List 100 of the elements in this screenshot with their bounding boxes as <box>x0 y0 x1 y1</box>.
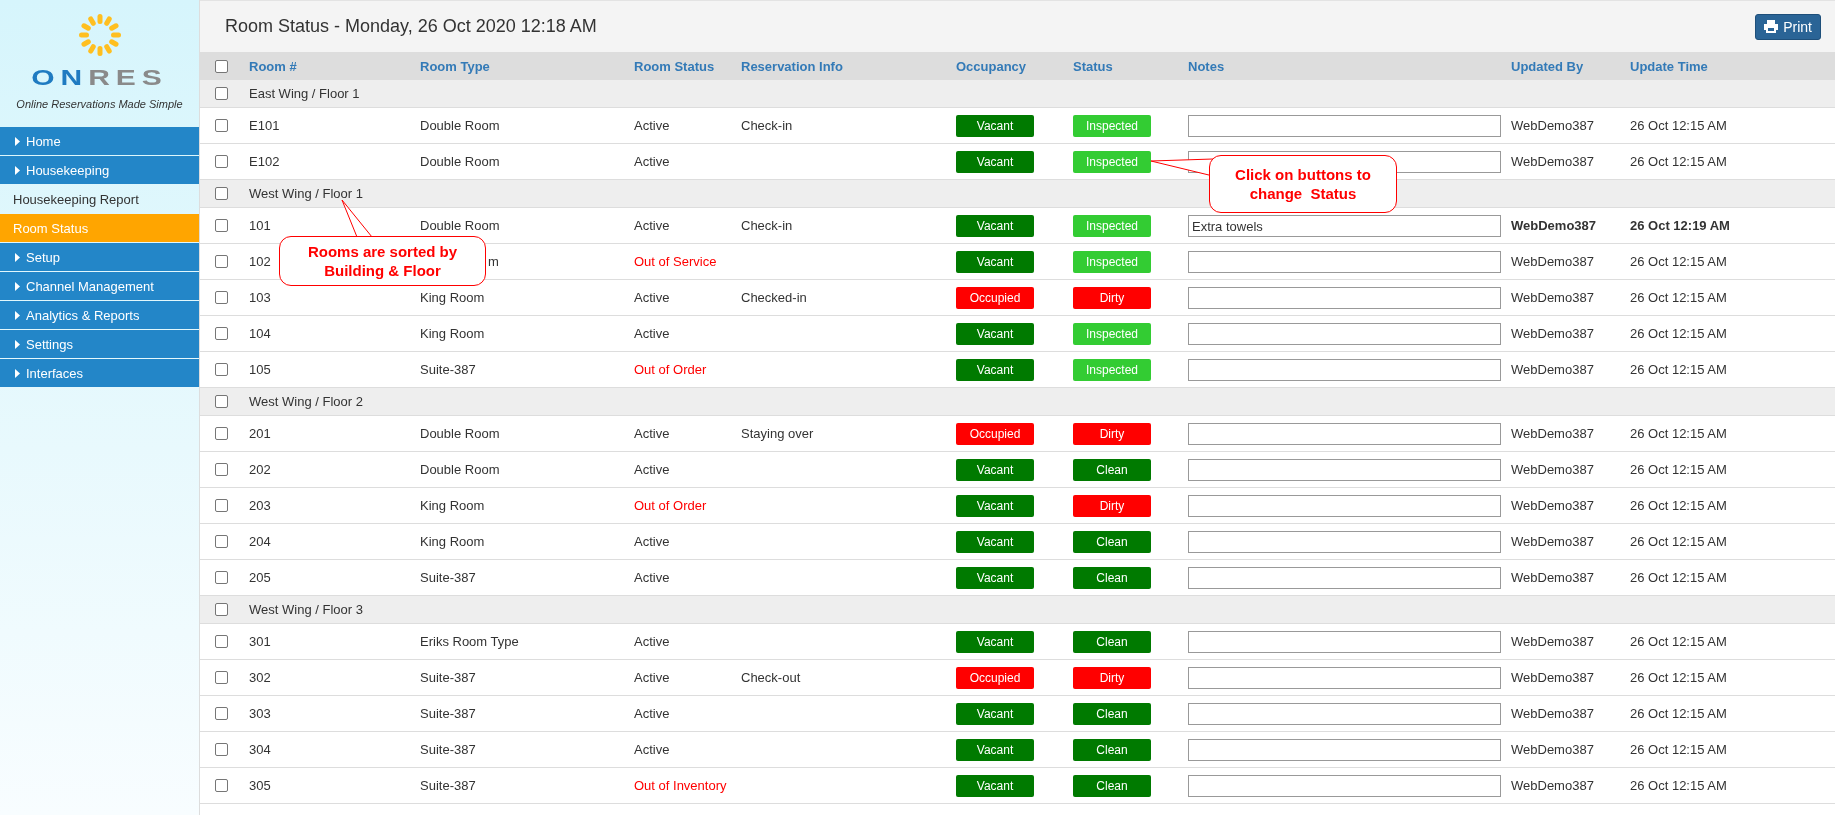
notes-field[interactable] <box>1188 703 1501 725</box>
room-type: King Room <box>420 290 485 305</box>
room-status: Active <box>634 670 670 685</box>
row-checkbox[interactable] <box>215 327 228 340</box>
column-header[interactable]: Room Status <box>634 58 715 74</box>
column-header[interactable]: Room Type <box>420 58 490 74</box>
column-header[interactable]: Occupancy <box>956 58 1027 74</box>
group-checkbox[interactable] <box>215 187 228 200</box>
notes-field[interactable] <box>1188 531 1501 553</box>
notes-field[interactable] <box>1188 775 1501 797</box>
sidebar-item[interactable]: Housekeeping Report <box>0 185 199 213</box>
row-checkbox[interactable] <box>215 707 228 720</box>
row-checkbox[interactable] <box>215 671 228 684</box>
row-checkbox[interactable] <box>215 119 228 132</box>
row-checkbox[interactable] <box>215 463 228 476</box>
sidebar-item[interactable]: Setup <box>0 243 199 271</box>
occupancy-button[interactable]: Occupied <box>956 422 1034 445</box>
occupancy-button[interactable]: Vacant <box>956 566 1034 589</box>
row-checkbox[interactable] <box>215 291 228 304</box>
status-button[interactable]: Inspected <box>1073 250 1151 273</box>
occupancy-button[interactable]: Vacant <box>956 214 1034 237</box>
status-button[interactable]: Clean <box>1073 774 1151 797</box>
sidebar-item[interactable]: Housekeeping <box>0 156 199 184</box>
occupancy-button[interactable]: Vacant <box>956 458 1034 481</box>
column-header[interactable]: Room # <box>249 58 297 74</box>
row-checkbox[interactable] <box>215 779 228 792</box>
row-checkbox[interactable] <box>215 499 228 512</box>
row-checkbox[interactable] <box>215 571 228 584</box>
row-checkbox[interactable] <box>215 219 228 232</box>
notes-field[interactable]: Extra towels <box>1188 215 1501 237</box>
row-checkbox[interactable] <box>215 427 228 440</box>
group-checkbox[interactable] <box>215 603 228 616</box>
notes-field[interactable] <box>1188 631 1501 653</box>
status-button[interactable]: Inspected <box>1073 358 1151 381</box>
notes-field[interactable] <box>1188 323 1501 345</box>
status-button[interactable]: Inspected <box>1073 322 1151 345</box>
row-checkbox[interactable] <box>215 255 228 268</box>
status-button[interactable]: Clean <box>1073 566 1151 589</box>
update-time: 26 Oct 12:15 AM <box>1630 462 1727 477</box>
room-status: Out of Inventory <box>634 778 727 793</box>
updated-by: WebDemo387 <box>1511 742 1594 757</box>
row-checkbox[interactable] <box>215 363 228 376</box>
notes-field[interactable] <box>1188 287 1501 309</box>
occupancy-button[interactable]: Vacant <box>956 114 1034 137</box>
sidebar-item[interactable]: Analytics & Reports <box>0 301 199 329</box>
notes-field[interactable] <box>1188 251 1501 273</box>
sidebar-item[interactable]: Settings <box>0 330 199 358</box>
status-button[interactable]: Dirty <box>1073 494 1151 517</box>
status-button[interactable]: Dirty <box>1073 422 1151 445</box>
status-button[interactable]: Clean <box>1073 630 1151 653</box>
row-checkbox[interactable] <box>215 635 228 648</box>
notes-field[interactable] <box>1188 423 1501 445</box>
status-button[interactable]: Inspected <box>1073 150 1151 173</box>
print-button[interactable]: Print <box>1755 13 1821 40</box>
updated-by: WebDemo387 <box>1511 670 1594 685</box>
group-checkbox[interactable] <box>215 87 228 100</box>
group-checkbox[interactable] <box>215 395 228 408</box>
occupancy-button[interactable]: Vacant <box>956 250 1034 273</box>
occupancy-button[interactable]: Vacant <box>956 322 1034 345</box>
column-header[interactable]: Update Time <box>1630 58 1708 74</box>
row-checkbox[interactable] <box>215 535 228 548</box>
occupancy-button[interactable]: Occupied <box>956 666 1034 689</box>
column-header[interactable]: Notes <box>1188 58 1225 74</box>
status-button[interactable]: Clean <box>1073 458 1151 481</box>
notes-field[interactable] <box>1188 667 1501 689</box>
occupancy-button[interactable]: Vacant <box>956 738 1034 761</box>
status-button[interactable]: Inspected <box>1073 214 1151 237</box>
row-checkbox[interactable] <box>215 155 228 168</box>
status-button[interactable]: Clean <box>1073 702 1151 725</box>
notes-field[interactable] <box>1188 495 1501 517</box>
sidebar-item-label: Home <box>26 133 61 149</box>
select-all-checkbox[interactable] <box>215 59 228 73</box>
status-button[interactable]: Dirty <box>1073 666 1151 689</box>
occupancy-button[interactable]: Vacant <box>956 494 1034 517</box>
updated-by: WebDemo387 <box>1511 498 1594 513</box>
status-button[interactable]: Inspected <box>1073 114 1151 137</box>
column-header[interactable]: Status <box>1073 58 1113 74</box>
occupancy-button[interactable]: Vacant <box>956 630 1034 653</box>
group-label: East Wing / Floor 1 <box>249 86 360 101</box>
row-checkbox[interactable] <box>215 743 228 756</box>
sidebar-item[interactable]: Channel Management <box>0 272 199 300</box>
notes-field[interactable] <box>1188 459 1501 481</box>
column-header[interactable]: Reservation Info <box>741 58 843 74</box>
occupancy-button[interactable]: Vacant <box>956 358 1034 381</box>
updated-by: WebDemo387 <box>1511 254 1594 269</box>
occupancy-button[interactable]: Vacant <box>956 774 1034 797</box>
status-button[interactable]: Clean <box>1073 738 1151 761</box>
column-header[interactable]: Updated By <box>1511 58 1584 74</box>
occupancy-button[interactable]: Vacant <box>956 150 1034 173</box>
notes-field[interactable] <box>1188 359 1501 381</box>
notes-field[interactable] <box>1188 567 1501 589</box>
notes-field[interactable] <box>1188 115 1501 137</box>
occupancy-button[interactable]: Vacant <box>956 530 1034 553</box>
occupancy-button[interactable]: Occupied <box>956 286 1034 309</box>
notes-field[interactable] <box>1188 739 1501 761</box>
sidebar-item[interactable]: Interfaces <box>0 359 199 387</box>
status-button[interactable]: Clean <box>1073 530 1151 553</box>
status-button[interactable]: Dirty <box>1073 286 1151 309</box>
sidebar-item[interactable]: Home <box>0 127 199 155</box>
occupancy-button[interactable]: Vacant <box>956 702 1034 725</box>
